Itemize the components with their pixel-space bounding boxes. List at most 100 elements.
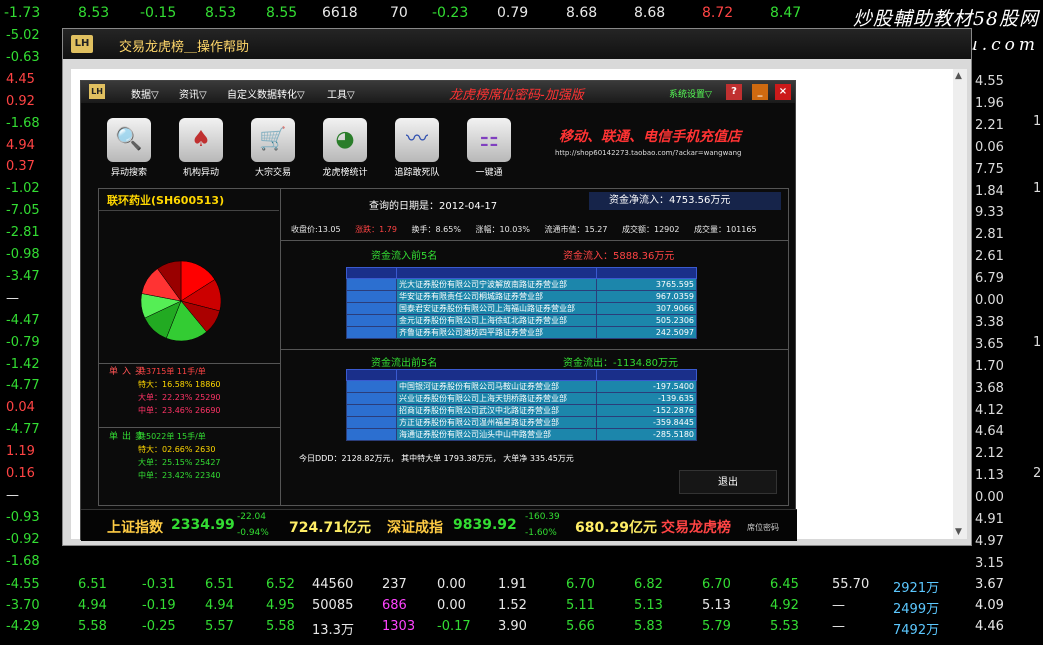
stock-stats: 收盘价:13.05 涨跌：1.79 换手：8.65% 涨幅：10.03% 流通市… (291, 224, 769, 235)
spade-icon[interactable]: ♠ (179, 118, 223, 162)
close-button[interactable]: × (775, 84, 791, 100)
value-cell: 3.68 (975, 380, 1004, 396)
quote-cell: — (832, 619, 845, 634)
close-price: 收盘价:13.05 (291, 225, 341, 234)
change-cell: -1.42 (6, 356, 40, 372)
table-row[interactable]: 方正证券股份有限公司温州福星路证券营业部 -359.8445 (346, 416, 697, 429)
quote-cell: 2921万 (893, 581, 940, 596)
help-button[interactable]: ? (726, 84, 742, 100)
exit-button[interactable]: 退出 (679, 470, 777, 494)
change-cell: 0.37 (6, 159, 35, 175)
value-cell: 2.21 (975, 117, 1004, 133)
buy-section-total: 资金流入：5888.36万元 (563, 251, 675, 262)
menu-tools[interactable]: 工具▽ (327, 86, 355, 101)
quote-cell: 3.90 (498, 619, 527, 634)
quote-cell: 8.53 (205, 5, 237, 21)
lh-logo-icon: LH (71, 35, 93, 53)
broker-name: 光大证券股份有限公司宁波解放南路证券营业部 (396, 278, 597, 291)
table-row[interactable]: 兴业证券股份有限公司上海天钥桥路证券营业部 -139.635 (346, 392, 697, 405)
help-window-titlebar[interactable]: LH 交易龙虎榜＿操作帮助 (63, 29, 971, 59)
broker-name: 中国银河证券股份有限公司马鞍山证券营业部 (396, 380, 597, 393)
table-row[interactable]: 中国银河证券股份有限公司马鞍山证券营业部 -197.5400 (346, 380, 697, 393)
quote-cell: 55.70 (832, 577, 870, 592)
table-row[interactable]: 光大证券股份有限公司宁波解放南路证券营业部 3765.595 (346, 278, 697, 291)
value-cell: 1 (1033, 114, 1042, 129)
value-cell: 0.06 (975, 139, 1004, 155)
quote-cell: 5.53 (770, 619, 799, 634)
quote-cell: 0.00 (437, 598, 466, 613)
quote-cell: 8.68 (566, 5, 598, 21)
quote-cell: 6.51 (78, 577, 107, 592)
toolbar-label: 一键通 (475, 168, 503, 178)
sell-order-line: 大单：25.15% 25427 (138, 458, 221, 467)
table-row[interactable]: 海通证券股份有限公司汕头中山中路营业部 -285.5180 (346, 428, 697, 441)
ad-url[interactable]: http://shop60142273.taobao.com/?ackar=wa… (555, 149, 741, 157)
table-row[interactable]: 国泰君安证券股份有限公司上海福山路证券营业部 307.9066 (346, 302, 697, 315)
table-row[interactable]: 齐鲁证券有限公司潍坊四平路证券营业部 242.5097 (346, 326, 697, 339)
capital-pie-chart (141, 260, 221, 342)
index-ticker: 上证指数 2334.99 -22.04 -0.94% 724.71亿元 深证成指… (81, 509, 797, 541)
app-menubar: LH 数据▽ 资讯▽ 自定义数据转化▽ 工具▽ 龙虎榜席位密码-加强版 系统设置… (81, 81, 795, 103)
quote-cell: 4.09 (975, 598, 1004, 613)
buy-order-line: 中单：23.46% 26690 (138, 406, 221, 415)
table-row[interactable]: 金元证券股份有限公司上海徐虹北路证券营业部 505.2306 (346, 314, 697, 327)
broker-amount: 3765.595 (596, 278, 697, 291)
quote-cell: 44560 (312, 577, 354, 592)
cart-icon[interactable]: 🛒 (251, 118, 295, 162)
quote-cell: 5.13 (634, 598, 663, 613)
line-chart-icon[interactable]: 〰 (395, 118, 439, 162)
change-cell: -0.79 (6, 334, 40, 350)
quote-cell: 7492万 (893, 623, 940, 638)
menu-news[interactable]: 资讯▽ (179, 86, 207, 101)
broker-name: 国泰君安证券股份有限公司上海福山路证券营业部 (396, 302, 597, 315)
table-row[interactable]: 华安证券有限责任公司桐城路证券营业部 967.0359 (346, 290, 697, 303)
sell-broker-table: 中国银河证券股份有限公司马鞍山证券营业部 -197.5400 兴业证券股份有限公司… (346, 369, 697, 441)
app-window: LH 数据▽ 资讯▽ 自定义数据转化▽ 工具▽ 龙虎榜席位密码-加强版 系统设置… (80, 80, 797, 541)
broker-amount: -197.5400 (596, 380, 697, 393)
change-cell: 1.19 (6, 444, 35, 460)
buy-order-line: 特大：16.58% 18860 (138, 380, 221, 389)
sz-index-amount: 680.29亿元 (575, 520, 658, 536)
float-cap: 流通市值：15.27 (544, 225, 608, 234)
quote-cell: 6.52 (266, 577, 295, 592)
quote-cell: 3.67 (975, 577, 1004, 592)
ad-banner[interactable]: 移动、联通、电信手机充值店 (559, 126, 741, 146)
dde-summary: 今日DDD：2128.82万元， 其中特大单 1793.38万元， 大单净 33… (299, 454, 574, 463)
minimize-button[interactable]: _ (752, 84, 768, 100)
value-cell: 1.13 (975, 468, 1004, 484)
scroll-down-icon[interactable]: ▼ (955, 527, 962, 537)
quote-cell: 5.66 (566, 619, 595, 634)
value-cell: 1 (1033, 335, 1042, 350)
pie-chart-icon[interactable]: ◕ (323, 118, 367, 162)
search-icon[interactable]: 🔍 (107, 118, 151, 162)
quote-cell: 1303 (382, 619, 416, 634)
sell-order-line: 特大：02.66% 2630 (138, 445, 216, 454)
change-pct: 涨幅：10.03% (475, 225, 530, 234)
grid-apps-icon[interactable]: ⚏ (467, 118, 511, 162)
menu-data[interactable]: 数据▽ (131, 86, 159, 101)
sell-section-total: 资金流出：-1134.80万元 (563, 358, 678, 369)
quote-cell: -0.19 (142, 598, 176, 613)
quote-cell: 1.52 (498, 598, 527, 613)
quote-cell: 0.00 (437, 577, 466, 592)
scroll-up-icon[interactable]: ▲ (955, 71, 962, 81)
broker-name: 金元证券股份有限公司上海徐虹北路证券营业部 (396, 314, 597, 327)
broker-name: 招商证券股份有限公司武汉中北路证券营业部 (396, 404, 597, 417)
toolbar-label: 追踪敢死队 (394, 168, 440, 178)
menu-custom-convert[interactable]: 自定义数据转化▽ (227, 86, 305, 101)
quote-cell: 50085 (312, 598, 354, 613)
quote-cell: -3.70 (6, 598, 40, 613)
broker-name: 海通证券股份有限公司汕头中山中路营业部 (396, 428, 597, 441)
buy-order-count: 共3715单 11手/单 (138, 367, 206, 376)
quote-cell: 4.92 (770, 598, 799, 613)
sh-index-amount: 724.71亿元 (289, 520, 372, 536)
quote-cell: 237 (382, 577, 407, 592)
table-row[interactable]: 招商证券股份有限公司武汉中北路证券营业部 -152.2876 (346, 404, 697, 417)
help-window-title: 交易龙虎榜＿操作帮助 (119, 40, 250, 55)
change-cell: -3.47 (6, 268, 40, 284)
turnover: 换手：8.65% (411, 225, 461, 234)
quote-cell: 5.58 (78, 619, 107, 634)
change-cell: -2.81 (6, 225, 40, 241)
vertical-scrollbar[interactable]: ▲ ▼ (953, 69, 967, 539)
menu-system-settings[interactable]: 系统设置▽ (669, 87, 712, 100)
